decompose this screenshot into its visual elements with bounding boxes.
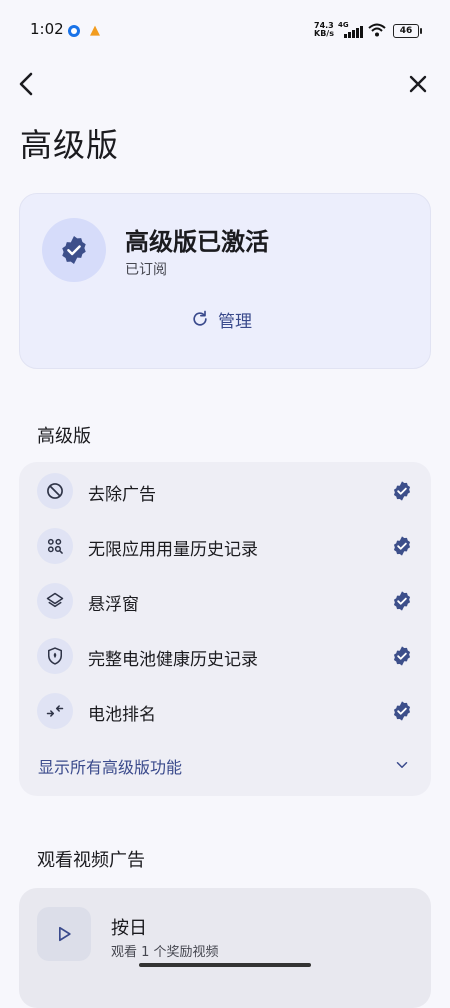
verified-icon	[62, 236, 86, 264]
feature-label: 无限应用用量历史记录	[88, 540, 258, 560]
play-icon	[37, 907, 91, 961]
signal-icon	[344, 26, 363, 38]
video-card-subtitle: 观看 1 个奖励视频	[111, 945, 219, 960]
feature-row-usage-history: 无限应用用量历史记录	[19, 519, 431, 571]
battery-icon: 46	[393, 24, 422, 38]
feature-row-battery-ranking: 电池排名	[19, 684, 431, 736]
wifi-icon	[368, 23, 386, 37]
feature-row-battery-health: 完整电池健康历史记录	[19, 629, 431, 681]
status-subtitle: 已订阅	[125, 262, 167, 278]
status-title: 高级版已激活	[125, 228, 269, 256]
block-icon	[37, 473, 73, 509]
compare-arrows-icon	[37, 693, 73, 729]
feature-label: 去除广告	[88, 485, 156, 505]
feature-row-remove-ads: 去除广告	[19, 464, 431, 516]
net-speed-unit: KB/s	[314, 29, 334, 38]
premium-section-title: 高级版	[37, 426, 91, 447]
manage-label: 管理	[218, 311, 252, 332]
shield-icon	[37, 638, 73, 674]
page-title: 高级版	[20, 126, 120, 164]
close-icon	[409, 75, 427, 93]
verified-icon	[393, 591, 411, 611]
show-all-features-link[interactable]: 显示所有高级版功能	[38, 754, 182, 778]
daily-video-card[interactable]: 按日 观看 1 个奖励视频	[19, 888, 431, 1008]
arrow-back-icon	[19, 72, 33, 96]
premium-status-card: 高级版已激活 已订阅 管理	[19, 193, 431, 369]
notification-app-icon	[68, 25, 80, 37]
back-button[interactable]	[14, 70, 42, 98]
verified-icon	[393, 701, 411, 721]
video-section-title: 观看视频广告	[37, 850, 145, 871]
verified-icon	[393, 481, 411, 501]
manage-button[interactable]: 管理	[190, 304, 252, 334]
net-speed: 74.3 KB/s	[314, 22, 334, 38]
verified-badge	[42, 218, 106, 282]
feature-label: 电池排名	[88, 705, 156, 725]
feature-label: 悬浮窗	[88, 595, 139, 615]
notification-fox-icon: ▲	[90, 23, 100, 38]
apps-search-icon	[37, 528, 73, 564]
verified-icon	[393, 646, 411, 666]
close-button[interactable]	[404, 70, 432, 98]
status-bar: 1:02 ▲ 74.3 KB/s 4G 46	[0, 0, 450, 60]
feature-row-floating-window: 悬浮窗	[19, 574, 431, 626]
home-indicator[interactable]	[139, 963, 311, 967]
refresh-icon	[193, 310, 207, 326]
status-time: 1:02	[30, 20, 64, 38]
verified-icon	[393, 536, 411, 556]
video-card-title: 按日	[111, 918, 147, 939]
feature-label: 完整电池健康历史记录	[88, 650, 258, 670]
premium-features-card: 去除广告 无限应用用量历史记录 悬浮窗 完整电池健康历史记录 电池排名 显示所有…	[19, 462, 431, 796]
layers-icon	[37, 583, 73, 619]
chevron-down-icon[interactable]	[393, 756, 411, 774]
